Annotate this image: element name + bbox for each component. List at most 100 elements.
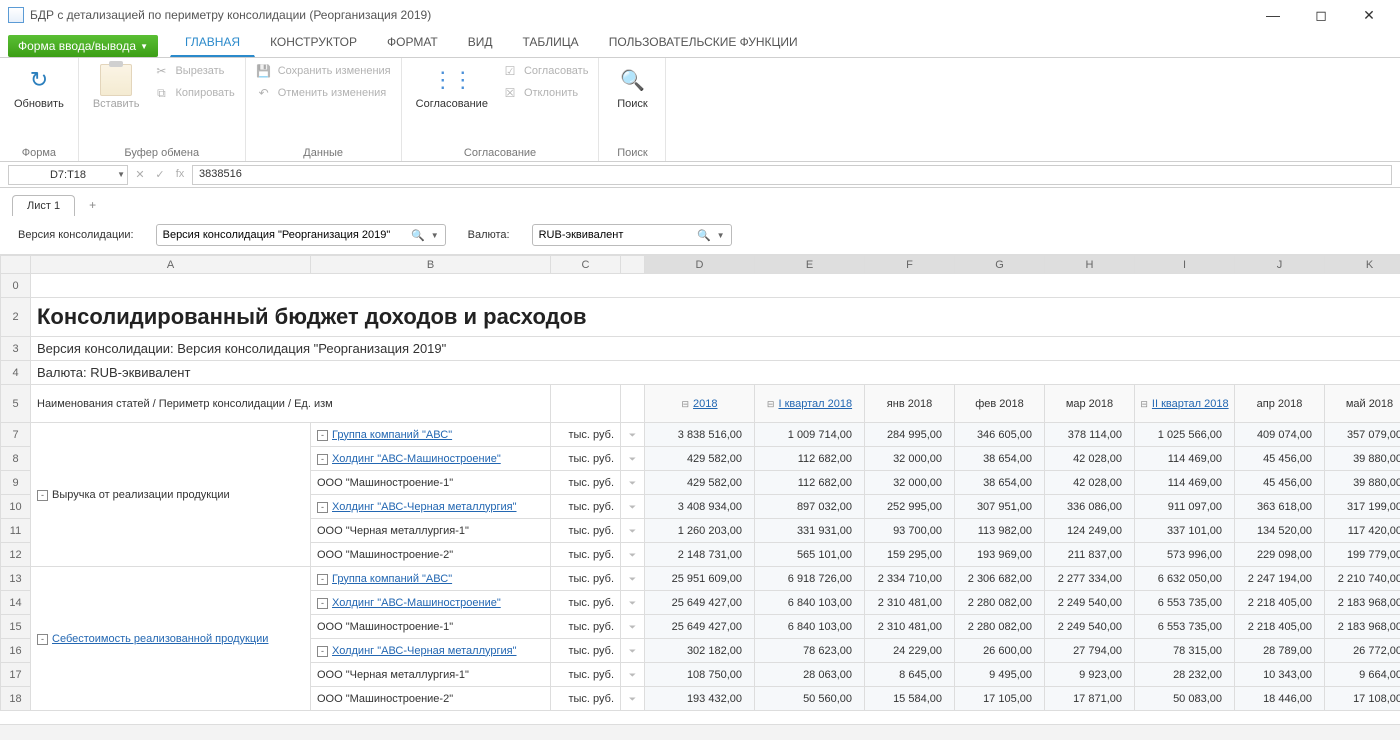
coordination-button[interactable]: Согласование bbox=[410, 62, 494, 112]
value-cell[interactable]: 15 584,00 bbox=[865, 687, 955, 711]
entity-label[interactable]: Холдинг "АВС-Машиностроение" bbox=[332, 597, 501, 609]
formula-input[interactable]: 3838516 bbox=[192, 165, 1392, 185]
value-cell[interactable]: 50 083,00 bbox=[1135, 687, 1235, 711]
value-cell[interactable]: 17 105,00 bbox=[955, 687, 1045, 711]
reject-button[interactable]: ☒Отклонить bbox=[500, 84, 590, 102]
value-cell[interactable]: 17 871,00 bbox=[1045, 687, 1135, 711]
form-io-button[interactable]: Форма ввода/вывода ▼ bbox=[8, 35, 158, 57]
filter-icon[interactable] bbox=[621, 471, 645, 495]
filter-icon[interactable] bbox=[621, 543, 645, 567]
value-cell[interactable]: 565 101,00 bbox=[755, 543, 865, 567]
row-header[interactable]: 2 bbox=[1, 298, 31, 337]
row-header[interactable]: 14 bbox=[1, 591, 31, 615]
value-cell[interactable]: 302 182,00 bbox=[645, 639, 755, 663]
value-cell[interactable]: 28 789,00 bbox=[1235, 639, 1325, 663]
collapse-icon[interactable]: ⊟ bbox=[681, 399, 689, 410]
entity-label[interactable]: Холдинг "АВС-Машиностроение" bbox=[332, 453, 501, 465]
column-header[interactable]: E bbox=[755, 256, 865, 274]
value-cell[interactable]: 2 280 082,00 bbox=[955, 591, 1045, 615]
value-cell[interactable]: 307 951,00 bbox=[955, 495, 1045, 519]
row-header[interactable]: 10 bbox=[1, 495, 31, 519]
row-header[interactable]: 16 bbox=[1, 639, 31, 663]
value-cell[interactable]: 6 918 726,00 bbox=[755, 567, 865, 591]
toggle-icon[interactable]: - bbox=[317, 502, 328, 513]
approve-button[interactable]: ☑Согласовать bbox=[500, 62, 590, 80]
value-cell[interactable]: 2 334 710,00 bbox=[865, 567, 955, 591]
value-cell[interactable]: 229 098,00 bbox=[1235, 543, 1325, 567]
column-header[interactable]: J bbox=[1235, 256, 1325, 274]
value-cell[interactable]: 6 840 103,00 bbox=[755, 615, 865, 639]
cut-button[interactable]: ✂Вырезать bbox=[151, 62, 236, 80]
value-cell[interactable]: 193 969,00 bbox=[955, 543, 1045, 567]
period-header[interactable]: май 2018 bbox=[1325, 385, 1400, 423]
filter-icon[interactable] bbox=[621, 591, 645, 615]
accept-formula-icon[interactable]: ✓ bbox=[152, 168, 168, 181]
row-header[interactable]: 0 bbox=[1, 274, 31, 298]
value-cell[interactable]: 113 982,00 bbox=[955, 519, 1045, 543]
period-header[interactable]: мар 2018 bbox=[1045, 385, 1135, 423]
period-header[interactable]: апр 2018 bbox=[1235, 385, 1325, 423]
entity-label[interactable]: Группа компаний "АВС" bbox=[332, 429, 452, 441]
paste-button[interactable]: Вставить bbox=[87, 62, 146, 112]
value-cell[interactable]: 39 880,00 bbox=[1325, 471, 1400, 495]
spreadsheet-grid[interactable]: ABCDEFGHIJK 0 2Консолидированный бюджет … bbox=[0, 254, 1400, 724]
value-cell[interactable]: 159 295,00 bbox=[865, 543, 955, 567]
value-cell[interactable]: 78 315,00 bbox=[1135, 639, 1235, 663]
row-header[interactable]: 9 bbox=[1, 471, 31, 495]
value-cell[interactable]: 897 032,00 bbox=[755, 495, 865, 519]
value-cell[interactable]: 284 995,00 bbox=[865, 423, 955, 447]
value-cell[interactable]: 2 277 334,00 bbox=[1045, 567, 1135, 591]
value-cell[interactable]: 117 420,00 bbox=[1325, 519, 1400, 543]
value-cell[interactable]: 45 456,00 bbox=[1235, 447, 1325, 471]
value-cell[interactable]: 2 249 540,00 bbox=[1045, 615, 1135, 639]
column-header[interactable]: K bbox=[1325, 256, 1400, 274]
value-cell[interactable]: 42 028,00 bbox=[1045, 447, 1135, 471]
row-header[interactable]: 3 bbox=[1, 337, 31, 361]
row-header[interactable]: 12 bbox=[1, 543, 31, 567]
column-header[interactable]: C bbox=[551, 256, 621, 274]
toggle-icon[interactable]: - bbox=[37, 490, 48, 501]
value-cell[interactable]: 32 000,00 bbox=[865, 471, 955, 495]
search-button[interactable]: Поиск bbox=[607, 62, 657, 112]
ribbon-tab-3[interactable]: ВИД bbox=[453, 28, 508, 57]
row-header[interactable]: 5 bbox=[1, 385, 31, 423]
version-select[interactable]: 🔍 ▼ bbox=[156, 224, 446, 246]
value-cell[interactable]: 134 520,00 bbox=[1235, 519, 1325, 543]
value-cell[interactable]: 78 623,00 bbox=[755, 639, 865, 663]
value-cell[interactable]: 108 750,00 bbox=[645, 663, 755, 687]
value-cell[interactable]: 2 310 481,00 bbox=[865, 615, 955, 639]
collapse-icon[interactable]: ⊟ bbox=[767, 399, 775, 410]
value-cell[interactable]: 1 260 203,00 bbox=[645, 519, 755, 543]
value-cell[interactable]: 9 664,00 bbox=[1325, 663, 1400, 687]
entity-label[interactable]: Холдинг "АВС-Черная металлургия" bbox=[332, 645, 517, 657]
value-cell[interactable]: 2 218 405,00 bbox=[1235, 591, 1325, 615]
refresh-button[interactable]: Обновить bbox=[8, 62, 70, 112]
value-cell[interactable]: 6 632 050,00 bbox=[1135, 567, 1235, 591]
value-cell[interactable]: 10 343,00 bbox=[1235, 663, 1325, 687]
ribbon-tab-5[interactable]: ПОЛЬЗОВАТЕЛЬСКИЕ ФУНКЦИИ bbox=[594, 28, 813, 57]
column-header[interactable]: A bbox=[31, 256, 311, 274]
value-cell[interactable]: 2 306 682,00 bbox=[955, 567, 1045, 591]
value-cell[interactable]: 2 280 082,00 bbox=[955, 615, 1045, 639]
column-header[interactable]: F bbox=[865, 256, 955, 274]
value-cell[interactable]: 337 101,00 bbox=[1135, 519, 1235, 543]
row-header[interactable]: 11 bbox=[1, 519, 31, 543]
value-cell[interactable]: 211 837,00 bbox=[1045, 543, 1135, 567]
value-cell[interactable]: 8 645,00 bbox=[865, 663, 955, 687]
value-cell[interactable]: 26 600,00 bbox=[955, 639, 1045, 663]
value-cell[interactable]: 346 605,00 bbox=[955, 423, 1045, 447]
value-cell[interactable]: 27 794,00 bbox=[1045, 639, 1135, 663]
value-cell[interactable]: 252 995,00 bbox=[865, 495, 955, 519]
column-header[interactable]: B bbox=[311, 256, 551, 274]
value-cell[interactable]: 25 951 609,00 bbox=[645, 567, 755, 591]
value-cell[interactable]: 357 079,00 bbox=[1325, 423, 1400, 447]
toggle-icon[interactable]: - bbox=[317, 598, 328, 609]
filter-icon[interactable] bbox=[621, 639, 645, 663]
period-header[interactable]: ⊟I квартал 2018 bbox=[755, 385, 865, 423]
value-cell[interactable]: 45 456,00 bbox=[1235, 471, 1325, 495]
value-cell[interactable]: 28 232,00 bbox=[1135, 663, 1235, 687]
value-cell[interactable]: 317 199,00 bbox=[1325, 495, 1400, 519]
value-cell[interactable]: 114 469,00 bbox=[1135, 447, 1235, 471]
toggle-icon[interactable]: - bbox=[317, 574, 328, 585]
maximize-button[interactable]: ◻ bbox=[1298, 1, 1344, 29]
